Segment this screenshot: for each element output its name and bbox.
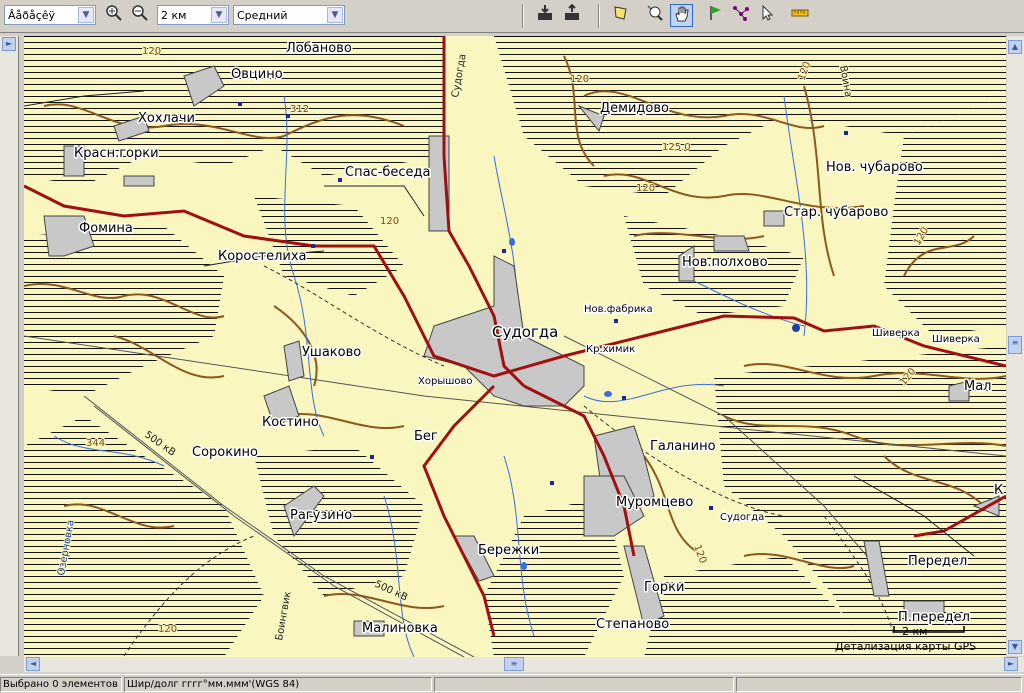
pan-hand-icon bbox=[674, 6, 689, 22]
svg-text:120: 120 bbox=[158, 624, 177, 635]
settlement-label: Нов. чубарово bbox=[826, 160, 923, 175]
topographic-map[interactable]: Лобаново Овцино Хохлачи Красн.горки Фоми… bbox=[24, 36, 1006, 657]
settlement-label: Кр.химик bbox=[586, 344, 635, 355]
route-tool-button[interactable] bbox=[729, 4, 752, 27]
coord-format-status: Шир/долг гггг°мм.ммм'(WGS 84) bbox=[124, 677, 432, 692]
scroll-left-icon[interactable]: ◄ bbox=[26, 657, 40, 671]
settlement-label: Судогда bbox=[720, 512, 764, 523]
horizontal-scrollbar[interactable]: ◄ ≡ ► bbox=[24, 657, 1024, 672]
settlement-label: Нов.полхово bbox=[682, 255, 768, 270]
vertical-scrollbar[interactable]: ▲ ≡ ▼ bbox=[1007, 36, 1024, 656]
coord-format-combo[interactable]: Âåðåçêÿ ▼ bbox=[4, 5, 96, 25]
settlement-label: Овцино bbox=[231, 67, 283, 82]
left-panel-scrollbar[interactable]: ► bbox=[0, 36, 19, 656]
zoom-tool-icon bbox=[647, 5, 663, 21]
select-area-button[interactable] bbox=[609, 4, 632, 27]
waypoint-flag-button[interactable] bbox=[703, 4, 726, 27]
svg-text:344: 344 bbox=[86, 438, 105, 449]
settlement-label: Стар. чубарово bbox=[784, 205, 888, 220]
settlement-label: Шиверка bbox=[932, 334, 980, 345]
settlement-label: Судогда bbox=[492, 323, 558, 341]
settlement-label: Передел bbox=[908, 554, 967, 569]
measure-ruler-icon bbox=[791, 9, 808, 17]
settlement-label: Лобаново bbox=[286, 41, 352, 56]
toolbar: Âåðåçêÿ ▼ 2 км ▼ Средний ▼ bbox=[0, 0, 1024, 33]
select-area-icon bbox=[613, 6, 627, 20]
measure-ruler-button[interactable] bbox=[788, 4, 811, 27]
chevron-down-icon[interactable]: ▼ bbox=[78, 7, 94, 23]
selection-status: Выбрано 0 элементов bbox=[0, 677, 122, 692]
settlement-label: Красн.горки bbox=[74, 146, 159, 161]
detail-combo[interactable]: Средний ▼ bbox=[233, 5, 345, 25]
settlement-label: Хохлачи bbox=[138, 111, 195, 126]
chevron-down-icon[interactable]: ▼ bbox=[211, 7, 227, 23]
settlement-label: Демидово bbox=[600, 101, 669, 116]
settlement-label: Рагузино bbox=[290, 508, 352, 523]
zoom-tool-button[interactable] bbox=[643, 4, 666, 27]
scroll-up-icon[interactable]: ▲ bbox=[1008, 40, 1022, 54]
magnifier-minus-icon bbox=[131, 5, 148, 21]
scale-bar-label: 2 км bbox=[902, 625, 927, 638]
send-to-device-icon bbox=[537, 5, 552, 20]
settlement-label: Муромцево bbox=[616, 495, 693, 510]
status-bar: Выбрано 0 элементов Шир/долг гггг°мм.ммм… bbox=[0, 674, 1024, 693]
send-to-device-button[interactable] bbox=[533, 4, 556, 27]
settlement-label: Галанино bbox=[650, 439, 716, 454]
zoom-out-button[interactable] bbox=[128, 4, 151, 27]
magnifier-plus-icon bbox=[105, 5, 122, 21]
svg-text:120: 120 bbox=[380, 216, 399, 227]
pointer-arrow-button[interactable] bbox=[755, 4, 778, 27]
settlement-label: Мал bbox=[964, 379, 992, 394]
settlement-label: Хорышово bbox=[418, 376, 473, 387]
settlement-label: Спас-беседа bbox=[345, 165, 431, 180]
toolbar-separator bbox=[598, 4, 600, 28]
settlement-label: Костино bbox=[262, 415, 319, 430]
settlement-label: Коростелиха bbox=[218, 249, 307, 264]
settlement-label: К bbox=[994, 483, 1003, 498]
map-detail-note: Детализация карты GPS bbox=[835, 640, 976, 653]
settlement-label: Сорокино bbox=[192, 445, 258, 460]
settlement-label: Нов.фабрика bbox=[584, 304, 653, 315]
detail-value: Средний bbox=[237, 9, 288, 22]
settlement-label: П.передел bbox=[898, 610, 970, 625]
svg-text:125.0: 125.0 bbox=[662, 142, 691, 153]
waypoint-flag-icon bbox=[709, 6, 721, 20]
receive-from-device-icon bbox=[564, 3, 579, 20]
scale-combo[interactable]: 2 км ▼ bbox=[157, 5, 229, 25]
settlement-label: Малиновка bbox=[362, 621, 438, 636]
expand-arrow-icon[interactable]: ► bbox=[2, 37, 16, 51]
svg-text:120: 120 bbox=[142, 46, 161, 57]
settlement-label: Ушаково bbox=[302, 345, 361, 360]
status-panel-4 bbox=[736, 677, 1022, 692]
scale-value: 2 км bbox=[161, 9, 187, 22]
zoom-in-button[interactable] bbox=[102, 4, 125, 27]
pointer-arrow-icon bbox=[762, 4, 773, 21]
scroll-thumb[interactable]: ≡ bbox=[504, 657, 524, 671]
scroll-thumb[interactable]: ≡ bbox=[1008, 336, 1022, 354]
chevron-down-icon[interactable]: ▼ bbox=[327, 7, 343, 23]
scroll-right-icon[interactable]: ► bbox=[1004, 657, 1018, 671]
map-canvas[interactable]: Лобаново Овцино Хохлачи Красн.горки Фоми… bbox=[24, 36, 1006, 657]
settlement-label: Шиверка bbox=[872, 328, 920, 339]
toolbar-separator bbox=[522, 4, 524, 28]
pan-hand-button[interactable] bbox=[670, 4, 693, 27]
receive-from-device-button[interactable] bbox=[560, 3, 583, 27]
svg-text:312: 312 bbox=[290, 104, 309, 115]
settlement-label: Бег bbox=[414, 429, 438, 444]
svg-text:120: 120 bbox=[570, 74, 589, 85]
settlement-label: Фоминa bbox=[79, 221, 133, 236]
status-panel-3 bbox=[434, 677, 734, 692]
route-tool-icon bbox=[732, 6, 749, 21]
settlement-label: Бережки bbox=[478, 543, 539, 558]
coord-format-value: Âåðåçêÿ bbox=[8, 9, 56, 22]
svg-text:120: 120 bbox=[636, 183, 655, 194]
settlement-label: Горки bbox=[644, 580, 684, 595]
scroll-down-icon[interactable]: ▼ bbox=[1008, 640, 1022, 654]
settlement-label: Степаново bbox=[596, 617, 669, 632]
